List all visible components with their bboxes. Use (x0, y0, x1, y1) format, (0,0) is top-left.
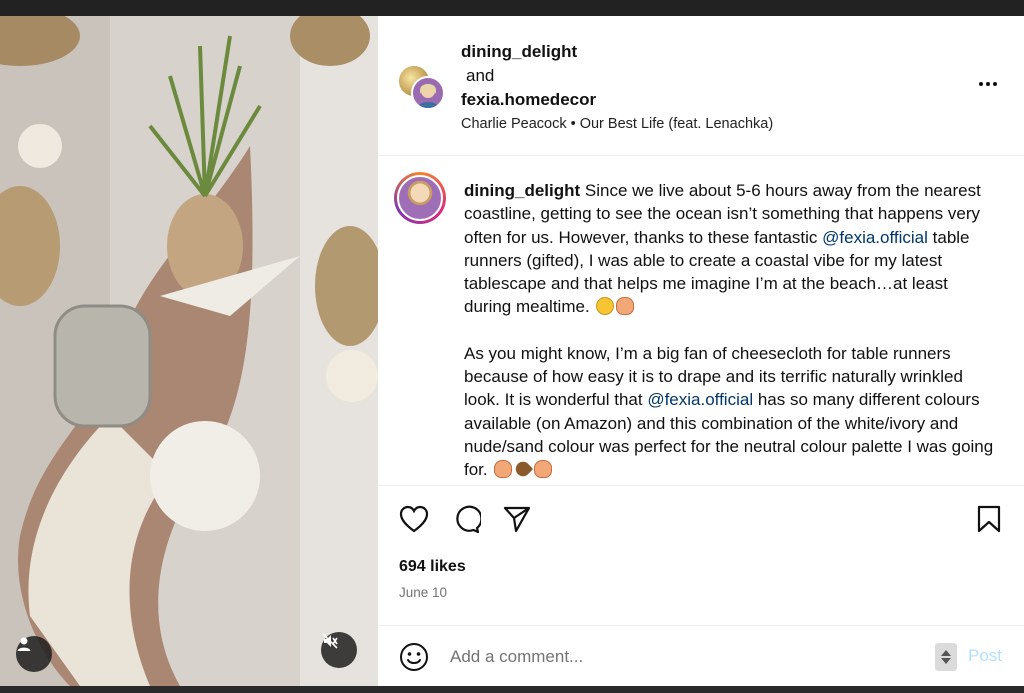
caption-username[interactable]: dining_delight (464, 181, 580, 200)
avatar[interactable] (411, 76, 445, 110)
bookmark-icon (977, 505, 1001, 533)
avatar-photo (417, 84, 439, 108)
save-button[interactable] (972, 502, 1006, 536)
mention-link[interactable]: @fexia.official (822, 228, 928, 247)
heart-icon (399, 505, 429, 533)
likes-count[interactable]: 694 likes (399, 558, 466, 576)
comment-icon (456, 505, 481, 534)
collab-avatars[interactable] (397, 64, 445, 112)
comment-input[interactable] (450, 642, 930, 672)
more-icon-dot (993, 82, 997, 86)
username-link[interactable]: fexia.homedecor (461, 88, 773, 112)
post-details-panel: dining_delight and fexia.homedecor Charl… (378, 16, 1024, 686)
emoji-picker-button[interactable] (398, 641, 430, 673)
caret-down-icon (941, 658, 951, 664)
share-button[interactable] (500, 502, 534, 536)
avatar[interactable] (394, 172, 446, 224)
avatar-photo (397, 175, 443, 221)
smiley-icon (400, 643, 428, 671)
username-link[interactable]: dining_delight (461, 40, 773, 64)
shell-emoji-icon (616, 297, 635, 316)
caption-paragraph: As you might know, I’m a big fan of chee… (464, 342, 999, 482)
shell-emoji-icon (534, 460, 553, 479)
more-icon-dot (986, 82, 990, 86)
more-icon (979, 82, 983, 86)
comment-button[interactable] (449, 502, 483, 536)
caption-text: dining_delight Since we live about 5-6 h… (464, 179, 999, 482)
window-bottom-bar (0, 686, 1024, 693)
user-icon (17, 637, 31, 651)
brown-heart-emoji-icon (513, 459, 534, 480)
window-top-bar (0, 0, 1024, 16)
like-button[interactable] (397, 502, 431, 536)
post-actions: 694 likes June 10 (378, 485, 1024, 625)
audio-track-link[interactable]: Charlie Peacock • Our Best Life (feat. L… (461, 116, 773, 132)
scroll-stepper[interactable] (935, 643, 957, 671)
post-date[interactable]: June 10 (399, 585, 447, 600)
post-media[interactable] (0, 16, 378, 686)
header-usernames: dining_delight and fexia.homedecor Charl… (461, 40, 773, 132)
send-icon (503, 506, 531, 533)
post-header: dining_delight and fexia.homedecor Charl… (378, 16, 1024, 156)
post-button[interactable]: Post (968, 646, 1002, 666)
caption-area: dining_delight Since we live about 5-6 h… (378, 157, 1024, 485)
caret-up-icon (941, 650, 951, 656)
media-illustration (0, 16, 378, 686)
comment-composer: Post (378, 625, 1024, 686)
more-options-button[interactable] (974, 76, 1002, 92)
audio-toggle-button[interactable] (321, 632, 357, 668)
mention-link[interactable]: @fexia.official (647, 390, 753, 409)
and-label: and (466, 66, 495, 85)
shell-emoji-icon (494, 460, 513, 479)
mute-icon (322, 633, 338, 649)
tagged-users-button[interactable] (16, 636, 52, 672)
wink-emoji-icon (596, 297, 615, 316)
